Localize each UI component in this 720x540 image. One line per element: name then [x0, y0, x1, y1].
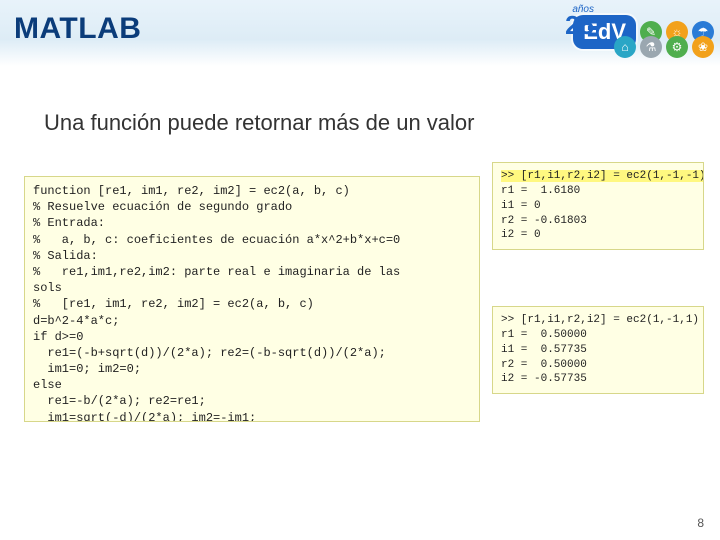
logo-cluster-row2: ⌂ ⚗ ⚙ ❀: [614, 36, 714, 58]
slide-subtitle: Una función puede retornar más de un val…: [44, 110, 474, 136]
decor-circle-icon: ❀: [692, 36, 714, 58]
slide: años 25 EdV ✎ ☼ ☂ ⌂ ⚗ ⚙ ❀ MATLAB Una fun…: [0, 0, 720, 540]
decor-circle-icon: ⌂: [614, 36, 636, 58]
code-block-output-1: >> [r1,i1,r2,i2] = ec2(1,-1,-1) r1 = 1.6…: [492, 162, 704, 250]
page-number: 8: [697, 516, 704, 530]
decor-circle-icon: ⚗: [640, 36, 662, 58]
output-1-command: >> [r1,i1,r2,i2] = ec2(1,-1,-1): [501, 170, 704, 182]
output-1-body: r1 = 1.6180 i1 = 0 r2 = -0.61803 i2 = 0: [501, 185, 587, 242]
logo-years-number: 25: [565, 10, 594, 41]
page-title: MATLAB: [14, 12, 141, 46]
decor-circle-icon: ⚙: [666, 36, 688, 58]
code-block-output-2: >> [r1,i1,r2,i2] = ec2(1,-1,1) r1 = 0.50…: [492, 306, 704, 394]
code-block-function: function [re1, im1, re2, im2] = ec2(a, b…: [24, 176, 480, 422]
